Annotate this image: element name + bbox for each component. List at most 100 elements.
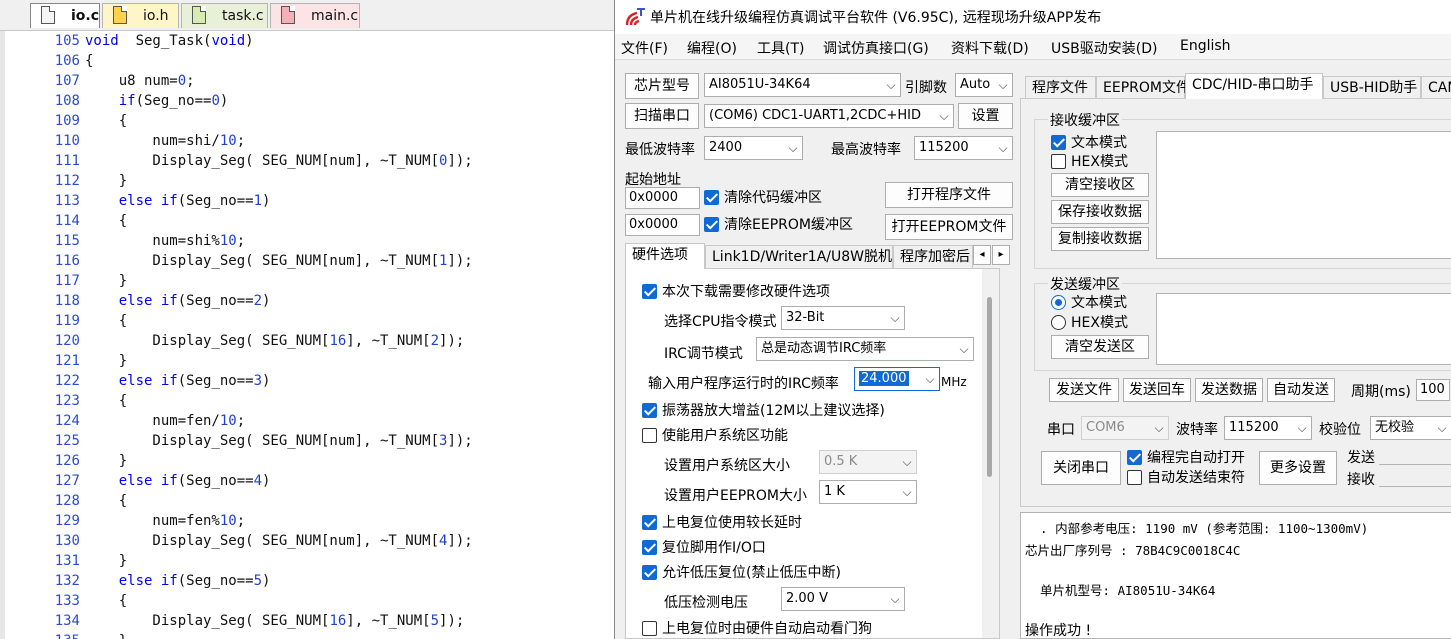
parity-label: 校验位 [1319, 422, 1361, 438]
eeprom-address-input[interactable]: 0x0000 [625, 214, 700, 236]
code-text: { [85, 393, 128, 409]
tab-main-c[interactable]: main.c [270, 3, 360, 28]
code-address-input[interactable]: 0x0000 [625, 187, 700, 209]
menu-program[interactable]: 编程(O) [687, 38, 737, 58]
receive-textarea[interactable] [1156, 131, 1451, 259]
tab-can[interactable]: CAN [1421, 76, 1451, 100]
line-number: 128 [54, 493, 80, 509]
low-voltage-reset-checkbox[interactable]: 允许低压复位(禁止低压中断) [642, 564, 841, 582]
tab-scroll-left-button[interactable]: ◂ [973, 245, 991, 265]
code-text: num=fen%10; [85, 513, 246, 529]
parity-select[interactable]: 无校验 ⌵ [1370, 416, 1451, 440]
tab-io-h[interactable]: io.h [102, 3, 179, 28]
send-hex-mode-radio[interactable]: HEX模式 [1051, 314, 1128, 332]
auto-send-button[interactable]: 自动发送 [1267, 378, 1335, 402]
code-area[interactable]: 105 void Seg_Task(void) 106{107 u8 num=0; 1… [0, 31, 614, 639]
code-line: 111 Display_Seg( SEG_NUM[num], ~T_NUM[0]… [0, 151, 614, 171]
menu-debug[interactable]: 调试仿真接口(G) [823, 38, 929, 58]
cpu-mode-select[interactable]: 32-Bit ⌵ [781, 306, 905, 330]
save-receive-button[interactable]: 保存接收数据 [1051, 200, 1149, 224]
code-line: 124 num=fen/10; [0, 411, 614, 431]
irc-mode-label: IRC调节模式 [664, 346, 743, 362]
user-system-area-checkbox[interactable]: 使能用户系统区功能 [642, 427, 788, 445]
hw-scrollbar[interactable] [982, 269, 999, 638]
tab-cdc-serial-assistant[interactable]: CDC/HID-串口助手 [1185, 73, 1323, 99]
clear-code-checkbox[interactable]: 清除代码缓冲区 [704, 189, 822, 207]
reset-io-checkbox[interactable]: 复位脚用作I/O口 [642, 539, 766, 557]
baud-label: 波特率 [1176, 422, 1218, 438]
chip-model-select[interactable]: AI8051U-34K64 ⌵ [704, 73, 901, 97]
code-line: 128 { [0, 491, 614, 511]
menu-download[interactable]: 资料下载(D) [951, 38, 1029, 58]
auto-open-checkbox[interactable]: 编程完自动打开 [1127, 449, 1245, 467]
scrollbar-thumb[interactable] [987, 297, 992, 477]
chevron-down-icon: ⌵ [890, 592, 900, 606]
recv-hex-mode-checkbox[interactable]: HEX模式 [1051, 153, 1128, 171]
max-baud-select[interactable]: 115200 ⌵ [914, 136, 1013, 160]
code-text: num=shi%10; [85, 233, 246, 249]
settings-button[interactable]: 设置 [958, 103, 1013, 129]
send-data-button[interactable]: 发送数据 [1195, 378, 1263, 402]
checkbox-icon [1127, 470, 1142, 485]
code-editor[interactable]: io.c io.h task.c main.c 105 void Seg_Task… [0, 0, 614, 639]
recv-text-mode-checkbox[interactable]: 文本模式 [1051, 134, 1127, 152]
send-text-mode-radio[interactable]: 文本模式 [1051, 294, 1127, 312]
more-settings-button[interactable]: 更多设置 [1259, 451, 1337, 485]
clear-send-button[interactable]: 清空发送区 [1051, 335, 1149, 359]
code-line: 114 { [0, 211, 614, 231]
code-line: 132 else if(Seg_no==5) [0, 571, 614, 591]
auto-send-end-checkbox[interactable]: 自动发送结束符 [1127, 469, 1245, 487]
min-baud-select[interactable]: 2400 ⌵ [704, 136, 803, 160]
watchdog-checkbox[interactable]: 上电复位时由硬件自动启动看门狗 [642, 620, 872, 638]
line-number: 109 [54, 113, 80, 129]
user-eeprom-size-select[interactable]: 1 K ⌵ [819, 480, 917, 504]
output-log[interactable]: . 内部参考电压: 1190 mV (参考范围: 1100~1300mV) 芯片… [1020, 512, 1451, 639]
stc-wave-icon [625, 8, 645, 26]
close-port-button[interactable]: 关闭串口 [1041, 451, 1121, 485]
line-number: 114 [54, 213, 80, 229]
port-select[interactable]: (COM6) CDC1-UART1,2CDC+HID ⌵ [704, 104, 954, 128]
send-buffer-title: 发送缓冲区 [1048, 274, 1122, 294]
baud-select[interactable]: 115200 ⌵ [1224, 416, 1312, 440]
tab-eeprom-file[interactable]: EEPROM文件 [1096, 76, 1190, 100]
code-line: 115 num=shi%10; [0, 231, 614, 251]
irc-frequency-combo[interactable]: 24.000 ⌵ [854, 367, 940, 391]
user-eeprom-size-label: 设置用户EEPROM大小 [664, 488, 807, 504]
tab-task-c[interactable]: task.c [181, 3, 268, 28]
copy-receive-button[interactable]: 复制接收数据 [1051, 227, 1149, 251]
tab-encryption[interactable]: 程序加密后 [893, 245, 973, 269]
oscillator-gain-checkbox[interactable]: 振荡器放大增益(12M以上建议选择) [642, 402, 885, 420]
menu-english[interactable]: English [1180, 38, 1231, 54]
menu-tools[interactable]: 工具(T) [757, 38, 804, 58]
clear-receive-button[interactable]: 清空接收区 [1051, 173, 1149, 197]
tab-offline-writer[interactable]: Link1D/Writer1A/U8W脱机 [705, 245, 893, 269]
open-eeprom-button[interactable]: 打开EEPROM文件 [885, 214, 1013, 240]
send-textarea[interactable] [1156, 293, 1451, 365]
menu-usb-driver[interactable]: USB驱动安装(D) [1051, 38, 1157, 58]
log-line: 单片机型号: AI8051U-34K64 [1025, 583, 1216, 598]
serial-port-select[interactable]: COM6 ⌵ [1081, 416, 1169, 440]
modify-hw-options-checkbox[interactable]: 本次下载需要修改硬件选项 [642, 283, 830, 301]
tab-scroll-right-button[interactable]: ▸ [992, 245, 1010, 265]
period-input[interactable]: 100 [1416, 379, 1450, 401]
long-delay-checkbox[interactable]: 上电复位使用较长延时 [642, 514, 802, 532]
code-line: 135 } [0, 631, 614, 639]
tab-io-c[interactable]: io.c [30, 3, 100, 28]
scan-port-button[interactable]: 扫描串口 [625, 103, 699, 129]
low-voltage-select[interactable]: 2.00 V ⌵ [781, 587, 905, 611]
tab-program-file[interactable]: 程序文件 [1025, 76, 1096, 100]
irc-mode-select[interactable]: 总是动态调节IRC频率 ⌵ [756, 337, 974, 361]
open-program-button[interactable]: 打开程序文件 [885, 182, 1013, 208]
tab-usb-hid-assistant[interactable]: USB-HID助手 [1323, 76, 1421, 100]
code-line: 107 u8 num=0; [0, 71, 614, 91]
tab-hardware-options[interactable]: 硬件选项 [625, 243, 705, 269]
send-text-mode-label: 文本模式 [1071, 295, 1127, 311]
pins-select[interactable]: Auto ⌵ [955, 73, 1013, 97]
menu-file[interactable]: 文件(F) [621, 38, 668, 58]
clear-eeprom-checkbox[interactable]: 清除EEPROM缓冲区 [704, 216, 853, 234]
send-return-button[interactable]: 发送回车 [1123, 378, 1191, 402]
send-file-button[interactable]: 发送文件 [1049, 378, 1119, 402]
user-system-size-select[interactable]: 0.5 K ⌵ [819, 450, 917, 474]
irc-frequency-value: 24.000 [859, 371, 909, 386]
checkbox-icon [704, 190, 719, 205]
